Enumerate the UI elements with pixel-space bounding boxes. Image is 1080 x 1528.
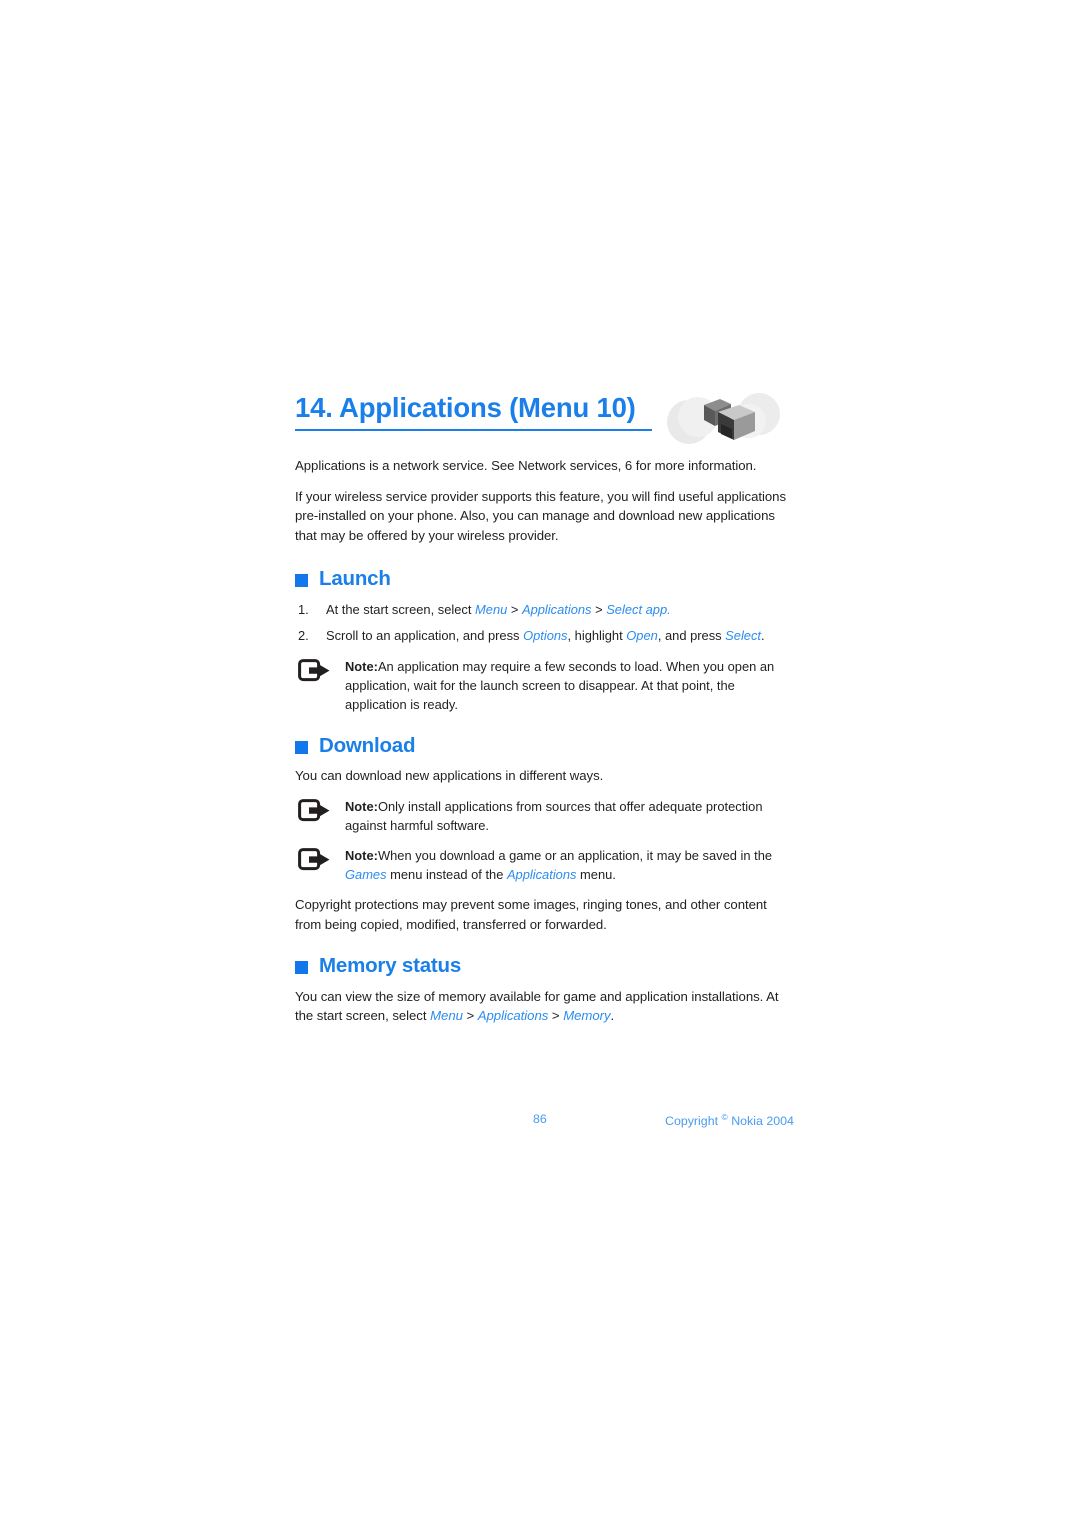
note-arrow-icon: [298, 848, 332, 872]
square-bullet-icon: [295, 574, 308, 588]
note-block-download-1: Note:Only install applications from sour…: [295, 797, 795, 835]
note-text: Note:When you download a game or an appl…: [345, 846, 795, 884]
step-text-3: , and press: [657, 627, 726, 643]
page-footer: 86 Copyright © Nokia 2004: [295, 1112, 795, 1132]
menu-path-term: Applications: [521, 601, 592, 617]
menu-path-term: Applications: [477, 1008, 549, 1024]
step-text-4: .: [761, 627, 765, 643]
list-item: 2. Scroll to an application, and press Op…: [295, 626, 795, 645]
square-bullet-icon: [295, 740, 308, 754]
note-block-download-2: Note:When you download a game or an appl…: [295, 846, 795, 884]
note-text: Note:Only install applications from sour…: [345, 797, 795, 835]
section-heading-memory-status: Memory status: [295, 956, 795, 977]
note-arrow-icon: [298, 799, 332, 823]
chapter-header: 14. Applications (Menu 10): [295, 390, 795, 456]
menu-term-applications: Applications: [506, 866, 577, 882]
note-body: An application may require a few seconds…: [345, 658, 775, 712]
copyright-prefix: Copyright: [665, 1114, 722, 1129]
note-body: Only install applications from sources t…: [345, 798, 763, 833]
section-title-download: Download: [319, 733, 416, 757]
document-page: 14. Applications (Menu 10) Applications …: [0, 0, 1080, 1528]
step-number: 2.: [298, 627, 309, 643]
section-title-memory-status: Memory status: [319, 954, 462, 978]
copyright-suffix: Nokia 2004: [727, 1114, 794, 1129]
menu-term-select: Select: [725, 627, 761, 643]
path-separator: >: [507, 601, 522, 617]
step-text-1: Scroll to an application, and press: [326, 627, 524, 643]
path-separator: >: [591, 601, 607, 617]
menu-term-games: Games: [345, 866, 387, 882]
note-body-2: menu instead of the: [386, 866, 507, 882]
menu-path-term: Select app.: [606, 601, 671, 617]
grayscale-cube-artwork-icon: [663, 386, 788, 448]
menu-path-term: Memory: [563, 1008, 611, 1024]
menu-term-options: Options: [523, 627, 568, 643]
intro-paragraph-2: If your wireless service provider suppor…: [295, 488, 786, 543]
step-text-lead: At the start screen, select: [326, 601, 476, 617]
section-heading-launch: Launch: [295, 569, 795, 590]
copyright-protection-paragraph: Copyright protections may prevent some i…: [295, 896, 767, 932]
note-body-3: menu.: [576, 866, 616, 882]
path-separator: >: [548, 1008, 564, 1024]
note-label: Note:: [345, 798, 378, 814]
path-separator: >: [462, 1008, 478, 1024]
memory-status-paragraph: You can view the size of memory availabl…: [295, 987, 795, 1026]
note-body-1: When you download a game or an applicati…: [377, 847, 773, 863]
menu-path-term: Menu: [475, 601, 508, 617]
step-text-2: , highlight: [567, 627, 627, 643]
step-number: 1.: [298, 601, 309, 617]
note-text: Note:An application may require a few se…: [345, 657, 795, 714]
launch-steps-list: 1. At the start screen, select Menu > App…: [295, 600, 795, 645]
section-title-launch: Launch: [319, 567, 391, 591]
title-underline-rule: [295, 429, 652, 431]
download-intro-paragraph: You can download new applications in dif…: [295, 768, 604, 784]
note-arrow-icon: [298, 658, 332, 683]
page-number: 86: [533, 1112, 547, 1126]
menu-path-term: Menu: [430, 1008, 463, 1024]
section-heading-download: Download: [295, 733, 795, 757]
note-label: Note:: [345, 658, 378, 674]
menu-term-open: Open: [626, 627, 658, 643]
note-block-launch: Note:An application may require a few se…: [295, 657, 795, 714]
memory-text-end: .: [610, 1008, 615, 1024]
square-bullet-icon: [295, 960, 308, 974]
copyright-notice: Copyright © Nokia 2004: [665, 1112, 794, 1128]
intro-paragraph-1: Applications is a network service. See N…: [295, 458, 757, 473]
note-label: Note:: [345, 847, 378, 863]
list-item: 1. At the start screen, select Menu > App…: [295, 600, 795, 619]
page-content: 14. Applications (Menu 10) Applications …: [295, 390, 795, 1040]
